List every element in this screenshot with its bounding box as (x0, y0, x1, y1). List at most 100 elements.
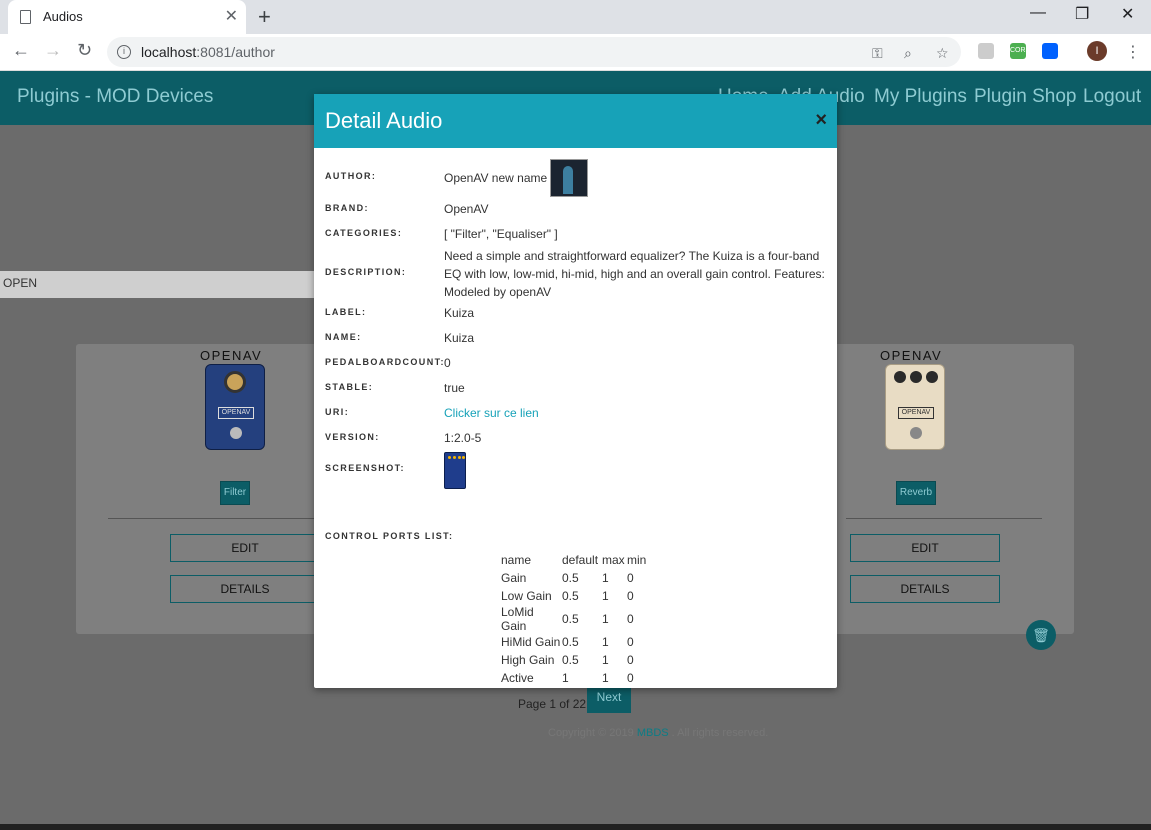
port-default: 1 (562, 671, 569, 685)
cors-extension-icon[interactable]: CORS (1010, 43, 1030, 59)
card-divider (846, 518, 1042, 519)
trash-icon[interactable]: 🗑 (1026, 620, 1056, 650)
label-value: Kuiza (444, 306, 475, 320)
star-icon[interactable]: ☆ (936, 45, 949, 62)
port-default: 0.5 (562, 571, 579, 585)
window-close-button[interactable]: ✕ (1121, 4, 1134, 24)
browser-tabbar: Audios ✕ + — ❐ ✕ (0, 0, 1151, 34)
bottom-strip (0, 824, 1151, 830)
details-button[interactable]: DETAILS (850, 575, 1000, 603)
new-tab-button[interactable]: + (258, 4, 271, 30)
url-text: localhost:8081/author (141, 44, 275, 60)
reload-icon[interactable]: ↻ (77, 40, 92, 61)
author-label: AUTHOR: (325, 171, 377, 181)
uri-link[interactable]: Clicker sur ce lien (444, 404, 539, 422)
table-row: HiMid Gain 0.5 1 0 (501, 633, 646, 651)
category-tag-reverb[interactable]: Reverb (896, 481, 936, 505)
detail-audio-modal: Detail Audio × AUTHOR: OpenAV new name B… (314, 94, 837, 688)
port-name: LoMid Gain (501, 605, 534, 633)
back-icon[interactable]: ← (12, 40, 30, 61)
nav-logout[interactable]: Logout (1083, 86, 1141, 108)
port-min: 0 (627, 671, 634, 685)
table-row: Gain 0.5 1 0 (501, 569, 646, 587)
browser-toolbar: ← → ↻ i localhost:8081/author ⚿ ⌕ ☆ CORS… (0, 34, 1151, 71)
name-value: Kuiza (444, 331, 475, 345)
port-default: 0.5 (562, 653, 579, 667)
modal-header: Detail Audio × (314, 94, 837, 148)
table-row: Low Gain 0.5 1 0 (501, 587, 646, 605)
port-name: Active (501, 671, 534, 685)
stable-label: STABLE: (325, 382, 374, 392)
modal-title: Detail Audio (325, 108, 443, 133)
card-divider (108, 518, 318, 519)
label-label: LABEL: (325, 307, 367, 317)
category-tag-filter[interactable]: Filter (220, 481, 250, 505)
key-icon[interactable]: ⚿ (872, 45, 883, 62)
dropbox-icon[interactable] (1042, 43, 1058, 59)
plugin-screenshot (444, 452, 466, 489)
column-header: max (602, 553, 625, 567)
column-header: min (627, 553, 647, 567)
footer-copyright: Copyright © 2019 (548, 727, 634, 739)
control-ports-table: name default max min Gain 0.5 1 0 Low Ga… (501, 551, 646, 687)
version-label: VERSION: (325, 432, 380, 442)
port-max: 1 (602, 571, 609, 585)
port-max: 1 (602, 653, 609, 667)
edit-button[interactable]: EDIT (850, 534, 1000, 562)
minimize-button[interactable]: — (1030, 4, 1046, 22)
port-min: 0 (627, 653, 634, 667)
port-max: 1 (602, 589, 609, 603)
nav-my-plugins[interactable]: My Plugins (874, 86, 967, 108)
profile-avatar[interactable]: I (1087, 41, 1107, 61)
document-icon (20, 10, 31, 24)
uri-label: URI: (325, 407, 350, 417)
port-default: 0.5 (562, 635, 579, 649)
author-value: OpenAV new name (444, 171, 548, 185)
address-bar[interactable]: i localhost:8081/author ⚿ ⌕ ☆ (107, 37, 961, 67)
edit-button[interactable]: EDIT (170, 534, 320, 562)
port-max: 1 (602, 635, 609, 649)
footer-link[interactable]: MBDS (637, 727, 669, 739)
name-label: NAME: (325, 332, 362, 342)
description-label: DESCRIPTION: (325, 267, 407, 277)
site-brand[interactable]: Plugins - MOD Devices (17, 86, 213, 108)
pagination-text: Page 1 of 22 (518, 697, 587, 711)
browser-tab[interactable]: Audios ✕ (8, 0, 246, 34)
port-name: HiMid Gain (501, 635, 561, 649)
menu-icon[interactable]: ⋮ (1125, 42, 1141, 62)
plugin-pedal-image[interactable]: OPENAV (885, 364, 945, 450)
plugin-brand: OPENAV (880, 348, 943, 363)
port-min: 0 (627, 612, 634, 626)
column-header: default (562, 553, 599, 567)
forward-icon[interactable]: → (44, 40, 62, 61)
port-min: 0 (627, 571, 634, 585)
plugin-pedal-image[interactable]: OPENAV (205, 364, 265, 450)
next-page-button[interactable]: Next (587, 686, 631, 713)
tab-close-icon[interactable]: ✕ (225, 6, 238, 26)
port-min: 0 (627, 635, 634, 649)
port-name: High Gain (501, 653, 555, 667)
restore-button[interactable]: ❐ (1075, 4, 1089, 24)
column-header: name (501, 553, 532, 567)
port-default: 0.5 (562, 589, 579, 603)
info-icon[interactable]: i (117, 45, 131, 59)
details-button[interactable]: DETAILS (170, 575, 320, 603)
extension-icon[interactable] (978, 43, 994, 59)
screenshot-label: SCREENSHOT: (325, 463, 405, 473)
control-ports-label: CONTROL PORTS LIST: (325, 531, 454, 541)
tab-title: Audios (43, 9, 83, 24)
table-row: Active 1 1 0 (501, 669, 646, 687)
brand-value: OpenAV (444, 202, 489, 216)
modal-close-button[interactable]: × (815, 109, 827, 132)
table-header-row: name default max min (501, 551, 646, 569)
search-input[interactable] (3, 276, 303, 290)
zoom-icon[interactable]: ⌕ (904, 45, 912, 62)
brand-label: BRAND: (325, 203, 369, 213)
stable-value: true (444, 381, 465, 395)
port-max: 1 (602, 671, 609, 685)
description-value: Need a simple and straightforward equali… (444, 249, 825, 299)
port-default: 0.5 (562, 612, 579, 626)
nav-plugin-shop[interactable]: Plugin Shop (974, 86, 1076, 108)
port-max: 1 (602, 612, 609, 626)
version-value: 1:2.0-5 (444, 431, 482, 445)
